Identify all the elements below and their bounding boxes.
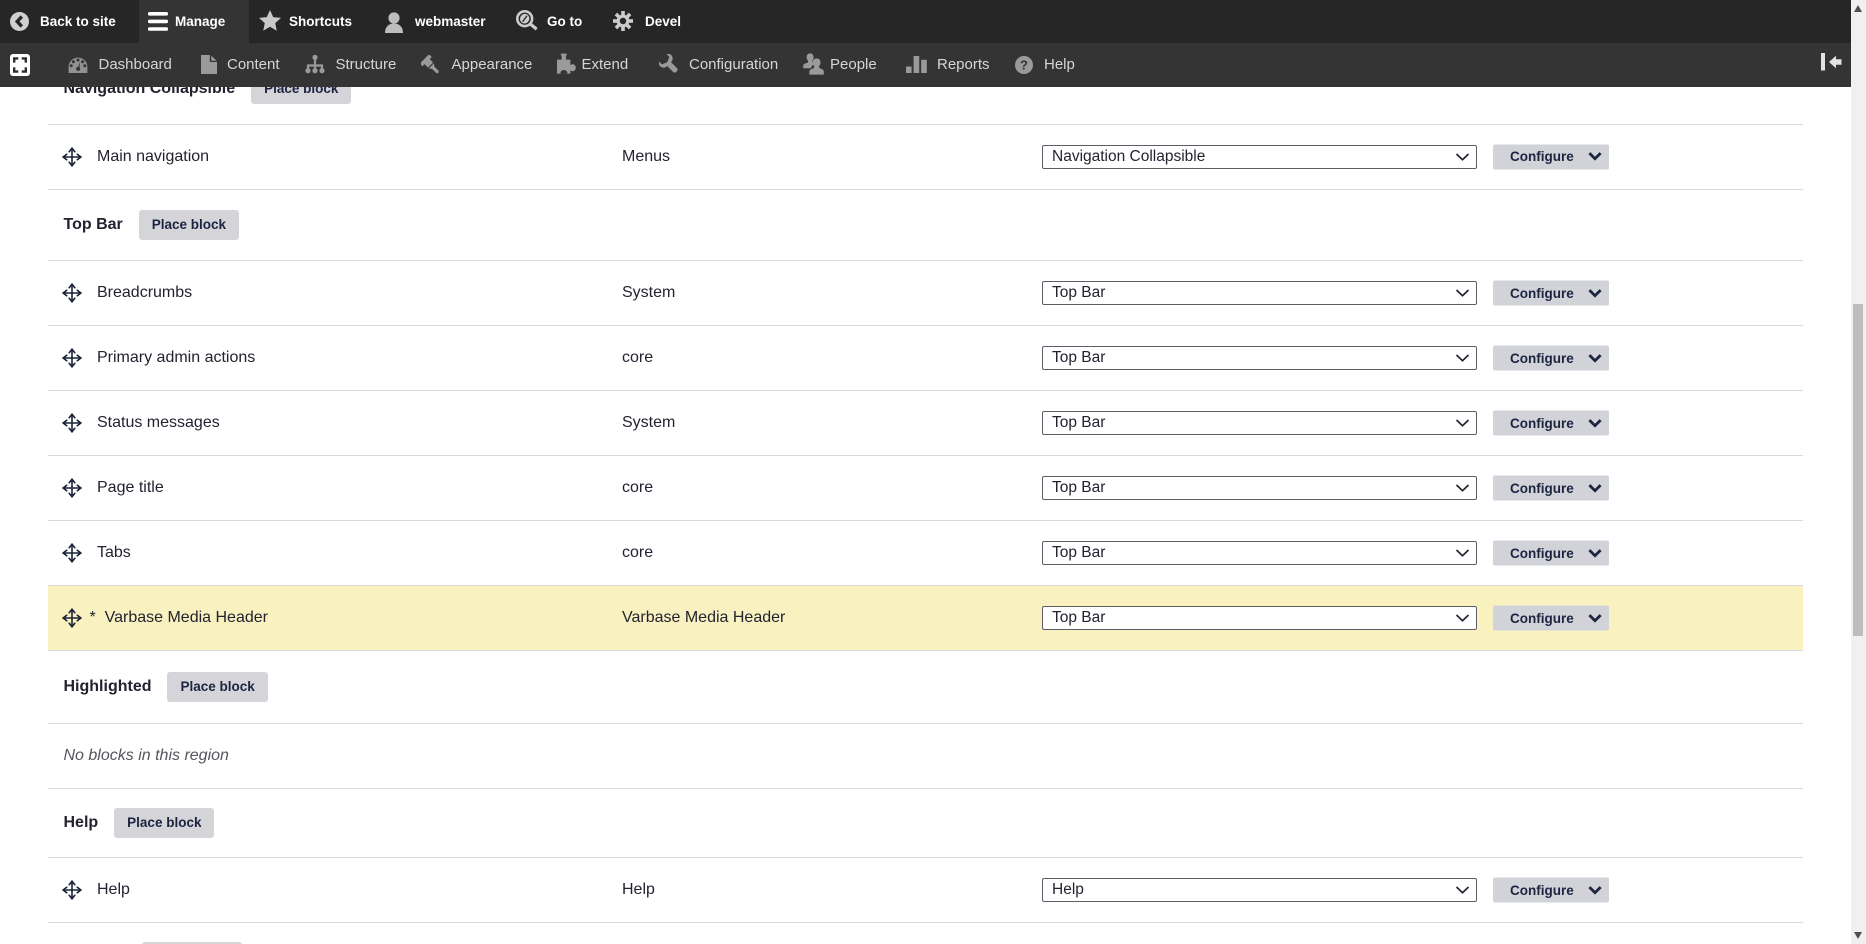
svg-text:?: ? xyxy=(1020,57,1028,72)
